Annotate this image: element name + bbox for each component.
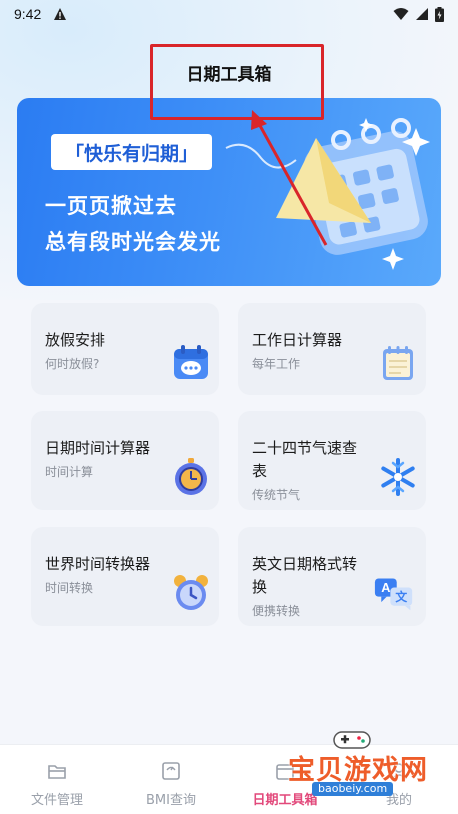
card-subtitle: 何时放假? (45, 357, 100, 371)
card-datetime-calculator[interactable]: 日期时间计算器 时间计算 (31, 411, 219, 510)
annotation-box (150, 44, 324, 120)
card-subtitle: 时间计算 (45, 465, 94, 479)
alarm-clock-icon (174, 575, 208, 610)
card-title-line-1: 英文日期格式转 (252, 555, 358, 573)
card-solar-terms[interactable]: 二十四节气速查 表 传统节气 (238, 411, 426, 510)
notepad-calendar-icon (383, 346, 413, 380)
svg-text:A: A (381, 580, 390, 595)
banner-line-1: 一页页掀过去 (45, 194, 177, 218)
card-title: 日期时间计算器 (45, 439, 151, 457)
nav-item-bmi[interactable]: BMI查询 (114, 745, 228, 814)
folder-icon (48, 765, 66, 779)
status-bar: 9:42 (0, 0, 458, 28)
warning-icon (54, 8, 67, 20)
svg-text:文: 文 (395, 590, 407, 604)
card-workday-calculator[interactable]: 工作日计算器 每年工作 (238, 303, 426, 395)
nav-label: BMI查询 (146, 793, 196, 808)
card-world-time[interactable]: 世界时间转换器 时间转换 (31, 527, 219, 626)
watermark-url: baobeiy.com (312, 782, 394, 796)
card-subtitle: 每年工作 (252, 357, 301, 371)
card-subtitle: 时间转换 (45, 581, 94, 595)
card-subtitle: 传统节气 (252, 488, 301, 502)
watermark: 宝贝游戏网 baobeiy.com (280, 728, 450, 798)
card-title: 二十四节气速查 表 (252, 437, 357, 483)
translate-icon: A 文 (374, 578, 413, 611)
card-title: 英文日期格式转 换 (252, 553, 357, 599)
signal-icon (416, 8, 428, 20)
card-title: 工作日计算器 (252, 331, 343, 349)
calendar-chat-icon (174, 345, 208, 379)
battery-icon (435, 6, 444, 22)
card-title: 世界时间转换器 (45, 555, 151, 573)
card-title: 放假安排 (45, 331, 106, 349)
card-title-line-2: 换 (252, 578, 268, 596)
card-english-date-format[interactable]: 英文日期格式转 换 便携转换 A 文 (238, 527, 426, 626)
card-title-line-2: 表 (252, 462, 268, 480)
snowflake-icon (381, 458, 415, 496)
scale-icon (162, 762, 180, 780)
status-time: 9:42 (14, 6, 42, 22)
card-subtitle: 便携转换 (252, 604, 301, 618)
stopwatch-icon (175, 458, 207, 495)
nav-label: 文件管理 (30, 793, 83, 808)
card-holiday[interactable]: 放假安排 何时放假? (31, 303, 219, 395)
nav-item-file-manager[interactable]: 文件管理 (0, 745, 114, 814)
wifi-icon (393, 8, 409, 20)
gamepad-icon (333, 731, 371, 749)
banner-tag: 「快乐有归期」 (51, 134, 213, 170)
banner-line-2: 总有段时光会发光 (45, 230, 221, 254)
calendar-illustration-icon (225, 118, 430, 270)
promo-banner[interactable]: 「快乐有归期」 一页页掀过去 总有段时光会发光 (17, 98, 441, 286)
status-indicators (393, 6, 444, 22)
card-title-line-1: 二十四节气速查 (252, 439, 358, 457)
